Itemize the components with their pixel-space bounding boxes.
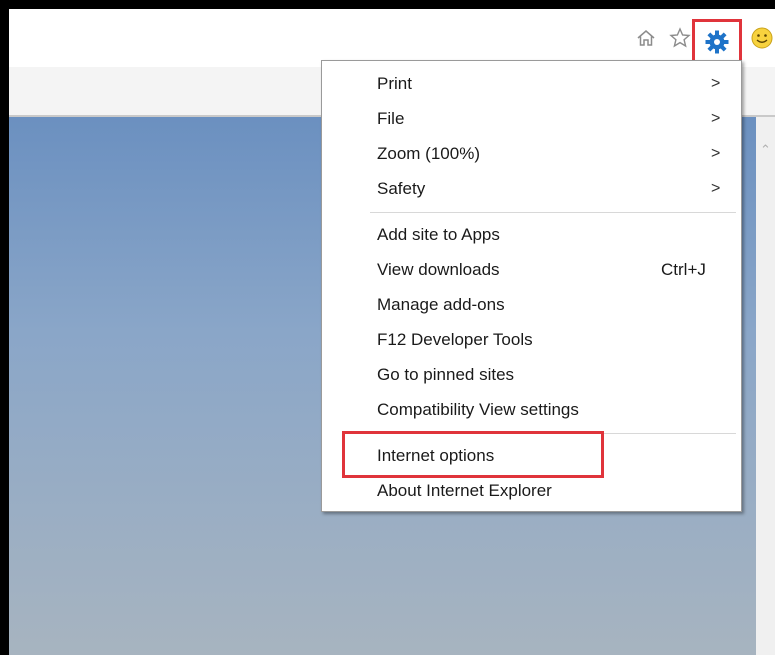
menu-item-label: Add site to Apps bbox=[377, 225, 500, 244]
menu-item-safety[interactable]: Safety > bbox=[322, 172, 741, 206]
menu-item-label: File bbox=[377, 109, 405, 128]
home-icon[interactable] bbox=[634, 26, 658, 50]
menu-item-label: Zoom (100%) bbox=[377, 144, 480, 163]
menu-item-zoom[interactable]: Zoom (100%) > bbox=[322, 137, 741, 171]
menu-item-about-internet-explorer[interactable]: About Internet Explorer bbox=[322, 474, 741, 508]
vertical-scrollbar[interactable] bbox=[756, 117, 775, 655]
menu-item-compatibility-view-settings[interactable]: Compatibility View settings bbox=[322, 393, 741, 427]
tools-gear-button[interactable] bbox=[692, 19, 742, 65]
browser-toolbar bbox=[9, 9, 775, 67]
chevron-right-icon: > bbox=[711, 75, 721, 92]
menu-separator bbox=[370, 212, 736, 213]
gear-icon bbox=[705, 30, 729, 54]
favorites-star-icon[interactable] bbox=[668, 26, 692, 50]
menu-item-view-downloads[interactable]: View downloads Ctrl+J bbox=[322, 253, 741, 287]
menu-item-manage-add-ons[interactable]: Manage add-ons bbox=[322, 288, 741, 322]
menu-item-label: About Internet Explorer bbox=[377, 481, 552, 500]
menu-item-f12-developer-tools[interactable]: F12 Developer Tools bbox=[322, 323, 741, 357]
menu-item-label: Compatibility View settings bbox=[377, 400, 579, 419]
menu-item-add-site-to-apps[interactable]: Add site to Apps bbox=[322, 218, 741, 252]
star-icon-graphic bbox=[669, 27, 691, 48]
internet-options-highlight-box bbox=[342, 431, 604, 478]
menu-item-label: F12 Developer Tools bbox=[377, 330, 533, 349]
menu-item-print[interactable]: Print > bbox=[322, 67, 741, 101]
chevron-right-icon: > bbox=[711, 180, 721, 197]
menu-item-label: Print bbox=[377, 74, 412, 93]
menu-item-label: View downloads bbox=[377, 260, 500, 279]
menu-item-label: Safety bbox=[377, 179, 426, 198]
smiley-icon bbox=[751, 27, 773, 49]
scroll-up-icon[interactable]: ⌃ bbox=[760, 144, 771, 157]
menu-item-label: Go to pinned sites bbox=[377, 365, 515, 384]
chevron-right-icon: > bbox=[711, 145, 721, 162]
menu-item-go-to-pinned-sites[interactable]: Go to pinned sites bbox=[322, 358, 741, 392]
smiley-feedback-icon[interactable] bbox=[750, 26, 774, 50]
menu-item-label: Manage add-ons bbox=[377, 295, 505, 314]
menu-item-shortcut: Ctrl+J bbox=[661, 260, 706, 279]
chevron-right-icon: > bbox=[711, 110, 721, 127]
home-icon-graphic bbox=[637, 30, 655, 46]
menu-item-file[interactable]: File > bbox=[322, 102, 741, 136]
